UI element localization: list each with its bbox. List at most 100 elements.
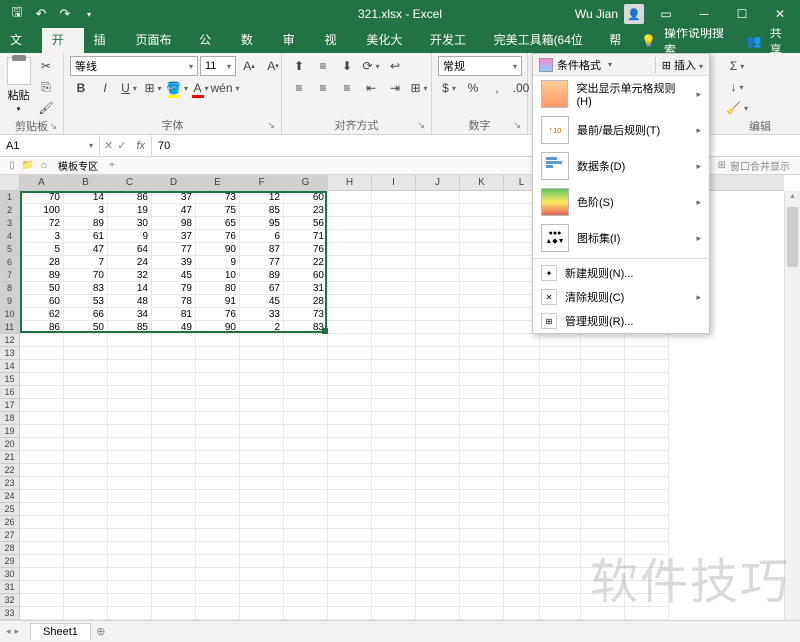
cell[interactable] [240, 555, 284, 568]
cell[interactable] [416, 490, 460, 503]
decrease-font-icon[interactable]: A▾ [262, 56, 284, 76]
cell[interactable]: 23 [284, 204, 328, 217]
cell[interactable] [196, 386, 240, 399]
cell[interactable] [152, 464, 196, 477]
cell[interactable] [240, 490, 284, 503]
cut-icon[interactable]: ✂ [35, 56, 57, 76]
cell[interactable]: 70 [64, 269, 108, 282]
cell[interactable] [460, 503, 504, 516]
cell[interactable] [625, 529, 669, 542]
cell[interactable]: 30 [108, 217, 152, 230]
align-expand-icon[interactable]: ↘ [417, 120, 425, 131]
row-header[interactable]: 22 [0, 464, 19, 477]
cell[interactable] [152, 386, 196, 399]
align-bottom-icon[interactable]: ⬇ [336, 56, 358, 76]
col-header[interactable]: D [152, 175, 196, 190]
cell[interactable] [284, 399, 328, 412]
row-header[interactable]: 12 [0, 334, 19, 347]
cell[interactable] [64, 503, 108, 516]
cell[interactable] [460, 347, 504, 360]
cell[interactable] [372, 334, 416, 347]
cell[interactable] [196, 594, 240, 607]
cell[interactable]: 3 [64, 204, 108, 217]
cell[interactable] [581, 555, 625, 568]
cell[interactable] [372, 477, 416, 490]
cell[interactable] [504, 464, 540, 477]
cell[interactable] [416, 477, 460, 490]
cell[interactable] [372, 204, 416, 217]
font-name-select[interactable]: 等线▾ [70, 56, 198, 76]
cell[interactable]: 3 [20, 230, 64, 243]
cell[interactable] [64, 581, 108, 594]
cell[interactable] [64, 594, 108, 607]
row-header[interactable]: 18 [0, 412, 19, 425]
cell[interactable] [504, 607, 540, 620]
cell[interactable] [372, 217, 416, 230]
row-header[interactable]: 31 [0, 581, 19, 594]
cell[interactable] [581, 490, 625, 503]
cell[interactable] [540, 529, 581, 542]
cell[interactable] [372, 321, 416, 334]
cell[interactable] [20, 451, 64, 464]
cell[interactable] [416, 607, 460, 620]
row-header[interactable]: 33 [0, 607, 19, 620]
row-header[interactable]: 15 [0, 373, 19, 386]
font-color-icon[interactable]: A▾ [190, 78, 212, 98]
decrease-indent-icon[interactable]: ⇤ [360, 78, 382, 98]
cell[interactable] [416, 555, 460, 568]
cell[interactable] [64, 399, 108, 412]
cell[interactable]: 6 [240, 230, 284, 243]
cell[interactable] [240, 438, 284, 451]
cell[interactable] [372, 399, 416, 412]
cell[interactable] [108, 386, 152, 399]
cell[interactable] [416, 347, 460, 360]
cell[interactable] [372, 386, 416, 399]
cell[interactable] [152, 373, 196, 386]
comma-icon[interactable]: , [486, 78, 508, 98]
insert-cells-button[interactable]: ⊞ 插入▾ [655, 57, 703, 73]
cell[interactable] [284, 386, 328, 399]
cell[interactable] [372, 503, 416, 516]
cell[interactable] [196, 451, 240, 464]
cell[interactable]: 62 [20, 308, 64, 321]
cell[interactable] [460, 594, 504, 607]
cell[interactable] [416, 568, 460, 581]
row-header[interactable]: 26 [0, 516, 19, 529]
cell[interactable] [152, 516, 196, 529]
cell[interactable] [20, 347, 64, 360]
cell[interactable] [20, 594, 64, 607]
cell[interactable] [328, 334, 372, 347]
cell[interactable] [416, 269, 460, 282]
add-tab-icon[interactable]: + [104, 160, 120, 171]
cell[interactable] [581, 425, 625, 438]
row-header[interactable]: 20 [0, 438, 19, 451]
cell[interactable] [328, 191, 372, 204]
cell[interactable] [416, 412, 460, 425]
cell[interactable] [540, 373, 581, 386]
cell[interactable] [416, 516, 460, 529]
cell[interactable] [416, 594, 460, 607]
tab-insert[interactable]: 插入 [84, 28, 126, 53]
cell[interactable] [581, 373, 625, 386]
cell[interactable] [196, 412, 240, 425]
cell[interactable] [64, 451, 108, 464]
cell[interactable] [416, 334, 460, 347]
cell[interactable] [416, 503, 460, 516]
tab-view[interactable]: 视图 [315, 28, 357, 53]
cell[interactable] [152, 438, 196, 451]
cell[interactable] [152, 542, 196, 555]
cell[interactable]: 73 [284, 308, 328, 321]
cell[interactable] [540, 438, 581, 451]
cell[interactable] [196, 516, 240, 529]
row-header[interactable]: 1 [0, 191, 19, 204]
cell[interactable] [581, 464, 625, 477]
cell[interactable] [625, 503, 669, 516]
cell[interactable] [540, 503, 581, 516]
cell[interactable] [240, 399, 284, 412]
cell[interactable] [64, 607, 108, 620]
cell[interactable] [625, 464, 669, 477]
tab-help[interactable]: 帮助 [599, 28, 641, 53]
sheet-tab[interactable]: Sheet1 [30, 623, 91, 640]
cell[interactable] [284, 490, 328, 503]
folder-icon[interactable]: 📁 [20, 160, 36, 171]
